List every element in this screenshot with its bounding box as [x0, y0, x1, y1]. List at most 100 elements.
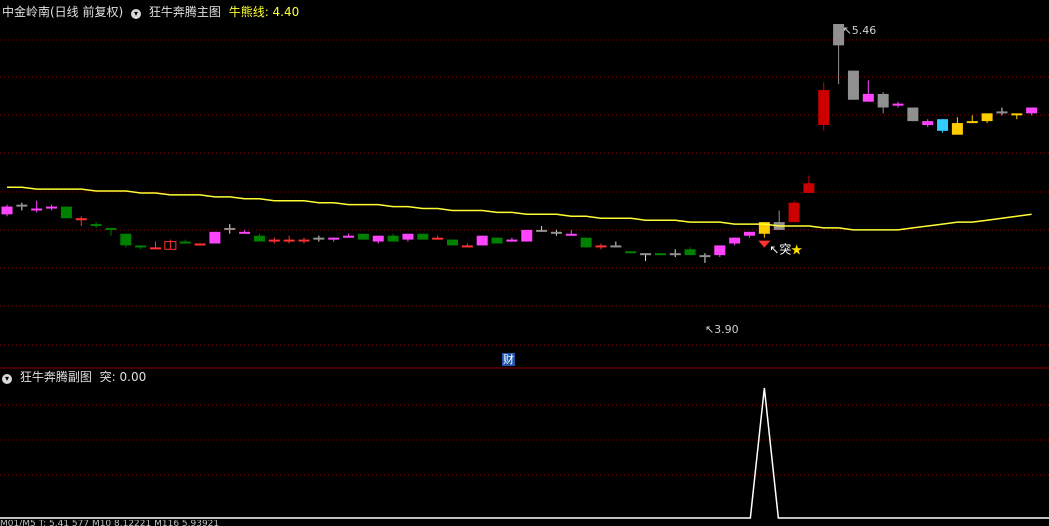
candle-body: [1026, 107, 1038, 114]
candle: [654, 253, 666, 256]
candle-body: [714, 245, 726, 256]
candle-body: [417, 233, 429, 240]
candle: [209, 231, 221, 244]
sub-indicator-name[interactable]: 狂牛奔腾副图: [20, 370, 92, 384]
candle-body: [951, 123, 963, 135]
candle-body: [744, 231, 755, 236]
candle-body: [60, 206, 72, 219]
candle-body: [447, 239, 458, 246]
candle-body: [224, 227, 236, 230]
candle-body: [625, 251, 637, 254]
bottom-status-strip: M01/M5 T: 5.41 577 M10 8.12221 M116 5.93…: [0, 520, 220, 526]
candle-body: [387, 235, 399, 242]
candle-body: [179, 241, 191, 244]
candle-body: [491, 237, 503, 244]
bull-bear-line-value: 牛熊线: 4.40: [228, 5, 300, 19]
candle-body: [239, 231, 251, 234]
candle-body: [580, 237, 592, 248]
candle-body: [461, 245, 473, 248]
sub-indicator-value: 突: 0.00: [99, 370, 147, 384]
candle-body: [194, 243, 206, 246]
candle-body: [298, 239, 310, 242]
main-indicator-name[interactable]: 狂牛奔腾主图: [149, 5, 221, 19]
candle-body: [981, 113, 993, 122]
candle-body: [476, 235, 488, 246]
finance-badge[interactable]: 财: [502, 353, 515, 366]
candle-body: [996, 111, 1008, 114]
candle: [491, 237, 503, 244]
candle-body: [253, 235, 265, 242]
candle-body: [818, 90, 830, 125]
candle-body: [209, 231, 221, 244]
candle: [194, 243, 206, 246]
candle: [907, 107, 919, 122]
candle-body: [937, 119, 949, 131]
sub-indicator-menu-chevron-icon[interactable]: ▾: [2, 374, 12, 384]
candle-body: [595, 245, 607, 248]
candle-body: [521, 229, 533, 242]
candle: [417, 233, 429, 240]
candle-body: [1, 206, 13, 215]
candle-body: [105, 227, 117, 230]
candle-body: [506, 239, 518, 242]
candle-body: [877, 93, 889, 108]
stock-title: 中金岭南(日线 前复权): [2, 5, 124, 19]
candle-body: [283, 239, 295, 242]
candle-body: [120, 233, 132, 246]
candle: [120, 233, 132, 248]
candle-body: [966, 121, 978, 124]
candle: [476, 235, 488, 246]
candle: [447, 239, 458, 246]
candle-body: [1011, 113, 1023, 116]
candle: [625, 251, 637, 254]
candle-body: [729, 237, 741, 244]
candle-body: [357, 233, 369, 240]
stock-chart-window[interactable]: ↖5.46 ↖3.90 ↖突★: [0, 0, 1049, 526]
chart-background: [0, 0, 1049, 526]
candle-body: [922, 121, 934, 125]
indicator-menu-chevron-icon[interactable]: ▾: [131, 9, 142, 19]
candle-body: [402, 233, 414, 240]
candle-body: [654, 253, 666, 256]
candle-body: [16, 204, 28, 207]
candle-body: [565, 233, 577, 236]
candle-body: [847, 70, 859, 100]
candle: [937, 119, 949, 133]
candle-body: [803, 183, 815, 193]
candle-body: [550, 231, 562, 234]
candle: [847, 70, 859, 100]
candle: [60, 206, 72, 219]
candle-body: [46, 206, 58, 209]
candle-body: [313, 237, 325, 240]
candle-body: [31, 208, 43, 211]
candle-body: [788, 202, 800, 223]
candle-body: [536, 229, 548, 232]
signal-label: ↖突: [769, 242, 791, 257]
candle-body: [684, 249, 696, 256]
candle-body: [372, 235, 384, 242]
candle-body: [610, 245, 622, 248]
low-price-label: ↖3.90: [705, 323, 739, 336]
candle: [357, 233, 369, 240]
candle-body: [268, 239, 280, 242]
candle-body: [135, 245, 147, 248]
main-panel-header: 中金岭南(日线 前复权) ▾ 狂牛奔腾主图 牛熊线: 4.40: [2, 5, 303, 19]
candle-body: [328, 237, 340, 240]
candle-body: [432, 237, 444, 240]
candle-body: [75, 218, 87, 221]
candle-body: [150, 247, 161, 250]
sub-panel-header: ▾ 狂牛奔腾副图 突: 0.00: [2, 370, 150, 384]
candle-body: [669, 253, 681, 256]
candle-body: [90, 224, 102, 227]
candle-body: [699, 255, 711, 258]
candle: [521, 229, 533, 242]
candle: [580, 237, 592, 248]
high-price-label: ↖5.46: [843, 24, 877, 37]
candle-body: [907, 107, 919, 122]
candle-body: [640, 253, 652, 256]
candle: [788, 200, 800, 223]
candle-body: [892, 103, 904, 106]
star-icon: ★: [790, 243, 803, 259]
candle-body: [862, 93, 874, 102]
candle-body: [343, 235, 355, 238]
